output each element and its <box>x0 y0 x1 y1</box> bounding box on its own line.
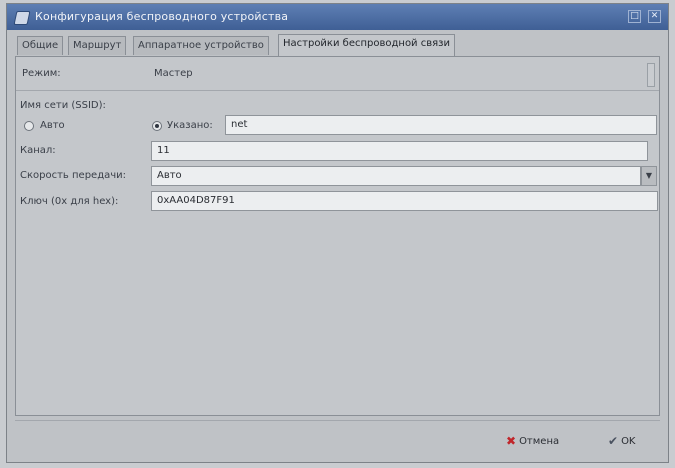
mode-scroll-handle[interactable] <box>647 63 655 87</box>
close-button[interactable]: ✕ <box>648 10 661 23</box>
wireless-settings-panel: Режим: Мастер Имя сети (SSID): Авто Указ… <box>15 56 660 416</box>
cancel-button[interactable]: ✖ Отмена <box>502 429 563 453</box>
tab-hardware-device[interactable]: Аппаратное устройство <box>133 36 269 55</box>
channel-input[interactable]: 11 <box>151 141 648 161</box>
wrench-icon <box>13 11 31 25</box>
auto-radio[interactable] <box>24 121 34 131</box>
mode-row: Режим: Мастер <box>16 57 659 91</box>
ok-button[interactable]: ✔ OK <box>604 429 640 453</box>
title-bar[interactable]: Конфигурация беспроводного устройства □ … <box>7 4 668 30</box>
tab-general[interactable]: Общие <box>17 36 64 55</box>
tab-wireless-settings[interactable]: Настройки беспроводной связи <box>278 34 455 56</box>
tab-route[interactable]: Маршрут <box>68 36 127 55</box>
key-input[interactable]: 0xAA04D87F91 <box>151 191 658 211</box>
ok-icon: ✔ <box>608 434 619 448</box>
rate-select[interactable]: Авто <box>151 166 641 186</box>
tab-bar: Общие Маршрут Аппаратное устройство Наст… <box>15 34 660 56</box>
mode-label: Режим: <box>22 68 61 79</box>
ssid-label: Имя сети (SSID): <box>20 100 106 111</box>
dialog-window: Конфигурация беспроводного устройства □ … <box>6 3 669 463</box>
specified-radio[interactable] <box>152 121 162 131</box>
mode-value[interactable]: Мастер <box>154 68 193 79</box>
cancel-icon: ✖ <box>506 434 517 448</box>
window-title: Конфигурация беспроводного устройства <box>35 10 289 23</box>
specified-radio-label[interactable]: Указано: <box>167 120 213 131</box>
maximize-button[interactable]: □ <box>628 10 641 23</box>
rate-label: Скорость передачи: <box>20 170 127 181</box>
ssid-input[interactable]: net <box>225 115 657 135</box>
chevron-down-icon[interactable]: ▼ <box>641 166 657 186</box>
footer-divider <box>15 420 660 421</box>
auto-radio-label[interactable]: Авто <box>40 120 65 131</box>
channel-label: Канал: <box>20 145 56 156</box>
key-label: Ключ (0x для hex): <box>20 196 119 207</box>
